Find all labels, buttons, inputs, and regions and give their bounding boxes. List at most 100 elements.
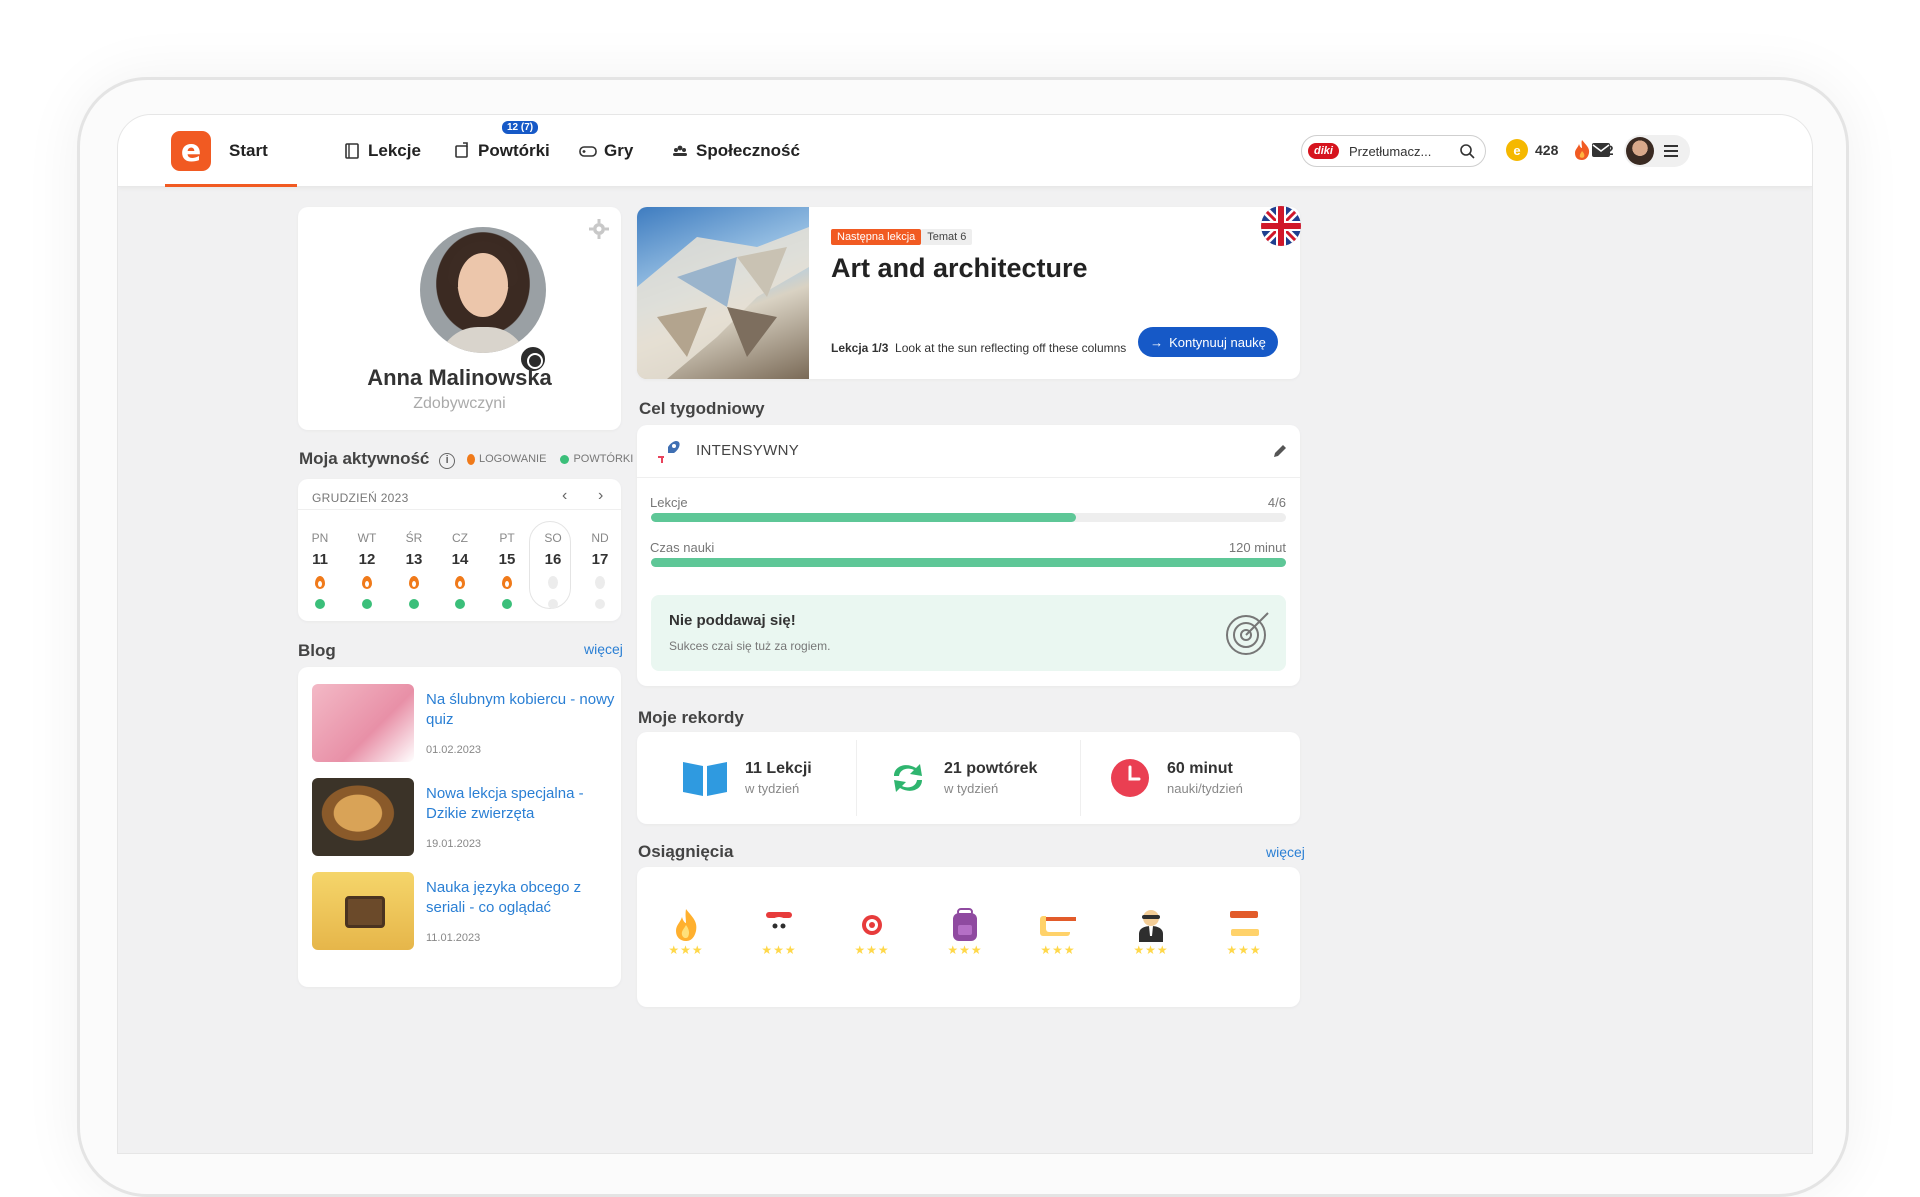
day-name: ND: [591, 531, 609, 545]
chevron-right-icon[interactable]: ›: [598, 487, 603, 505]
achievements-title: Osiągnięcia: [638, 842, 734, 861]
day-name: PT: [499, 531, 515, 545]
badge-stars: ★★★: [1133, 943, 1169, 957]
record-time-sub: nauki/tydzień: [1167, 781, 1243, 796]
edit-icon[interactable]: [1272, 443, 1288, 459]
backpack-badge-icon[interactable]: ★★★: [932, 887, 998, 963]
record-lessons: 11 Lekcji w tydzień: [681, 732, 812, 824]
book-icon: [345, 143, 359, 159]
calendar-day: SO 16: [533, 531, 573, 609]
device-frame: e Start Lekcje 12 (7) Powtórki Gry Społe…: [77, 77, 1849, 1197]
pirate-badge-icon[interactable]: ★★★: [746, 887, 812, 963]
gear-icon[interactable]: [589, 219, 609, 239]
menu-icon: [1664, 145, 1678, 157]
search-icon[interactable]: [1459, 143, 1475, 159]
review-dot: [502, 599, 512, 609]
login-flame-icon: [409, 576, 419, 589]
login-flame-icon: [455, 576, 465, 589]
list-item[interactable]: Nauka języka obcego z seriali - co ogląd…: [312, 872, 612, 952]
blog-more-link[interactable]: więcej: [584, 641, 623, 657]
motivation-tip: Nie poddawaj się! Sukces czai się tuż za…: [651, 595, 1286, 671]
continue-button-label: Kontynuuj naukę: [1169, 334, 1266, 350]
blog-post-title[interactable]: Na ślubnym kobiercu - nowy quiz: [426, 690, 616, 730]
calendar-day: ŚR 13: [394, 531, 434, 609]
day-date: 13: [405, 551, 423, 568]
next-lesson-card: Następna lekcja Temat 6 Art and architec…: [637, 206, 1301, 379]
weekly-goal-title: Cel tygodniowy: [639, 399, 765, 418]
legend-login: LOGOWANIE: [479, 453, 547, 465]
login-flame-icon: [502, 576, 512, 589]
topic-tag: Temat 6: [921, 229, 973, 245]
arrow-right-icon: →: [1150, 334, 1164, 350]
translator-search-placeholder: Przetłumacz...: [1348, 143, 1432, 159]
lessons-value: 4/6: [1267, 495, 1286, 510]
list-item[interactable]: Nowa lekcja specjalna - Dzikie zwierzęta…: [312, 778, 612, 858]
empty-review-marker: [548, 599, 558, 609]
records-card: 11 Lekcji w tydzień 21 powtórek w tydzień …: [637, 732, 1300, 824]
cards-badge-icon[interactable]: ★★★: [1025, 887, 1091, 963]
translator-search[interactable]: diki Przetłumacz...: [1301, 135, 1486, 167]
badge-stars: ★★★: [668, 943, 704, 957]
calendar-day: ND 17: [580, 531, 620, 609]
nav-community[interactable]: Społeczność: [671, 115, 800, 187]
agent-badge-icon[interactable]: ★★★: [1118, 887, 1184, 963]
review-dot: [409, 599, 419, 609]
review-dot: [455, 599, 465, 609]
blog-post-title[interactable]: Nowa lekcja specjalna - Dzikie zwierzęta: [426, 784, 616, 824]
record-lessons-sub: w tydzień: [745, 781, 800, 796]
clock-icon: [1111, 759, 1149, 797]
time-value: 120 minut: [1228, 540, 1286, 555]
rocket-icon: [658, 441, 680, 463]
activity-calendar: GRUDZIEŃ 2023 ‹ › PN 11 WT 12 ŚR 13 CZ 14 PT 15 SO…: [298, 479, 621, 621]
blog-post-date: 11.01.2023: [426, 932, 481, 944]
login-flame-icon: [315, 576, 325, 589]
time-progress-fill: [651, 558, 1286, 567]
repeat-icon: [455, 142, 468, 158]
continue-button[interactable]: → Kontynuuj naukę: [1138, 327, 1278, 357]
blog-post-title[interactable]: Nauka języka obcego z seriali - co ogląd…: [426, 878, 616, 918]
top-navigation: e Start Lekcje 12 (7) Powtórki Gry Społe…: [118, 115, 1812, 187]
chevron-left-icon[interactable]: ‹: [562, 487, 567, 505]
profile-menu[interactable]: [1624, 135, 1690, 167]
record-time: 60 minut nauki/tydzień: [1109, 732, 1243, 824]
books-badge-icon[interactable]: ★★★: [1211, 887, 1277, 963]
nav-reviews[interactable]: Powtórki: [453, 115, 550, 187]
lesson-image: [637, 207, 809, 379]
profile-name: Anna Malinowska: [367, 365, 552, 390]
nav-games-label: Gry: [604, 141, 634, 160]
calendar-day: PT 15: [487, 531, 527, 609]
lessons-label: Lekcje: [650, 495, 688, 510]
empty-login-marker: [595, 576, 605, 589]
nav-lessons[interactable]: Lekcje: [343, 115, 421, 187]
time-label: Czas nauki: [650, 540, 715, 555]
avatar: [1626, 137, 1654, 165]
day-name: SO: [544, 531, 562, 545]
day-date: 15: [498, 551, 516, 568]
achievements-more-link[interactable]: więcej: [1266, 844, 1305, 860]
calendar-day: CZ 14: [440, 531, 480, 609]
target-icon: [1226, 612, 1269, 655]
login-flame-icon: [362, 576, 372, 589]
mail-icon[interactable]: [1592, 143, 1610, 157]
nav-start[interactable]: e Start: [171, 115, 268, 187]
coins-value: 428: [1535, 142, 1559, 158]
review-dot: [315, 599, 325, 609]
profile-avatar: [420, 227, 546, 353]
badge-stars: ★★★: [947, 943, 983, 957]
profile-card: Anna Malinowska Zdobywczyni: [298, 207, 621, 430]
tip-title: Nie poddawaj się!: [669, 612, 796, 629]
info-icon[interactable]: i: [439, 453, 456, 469]
target-badge-icon[interactable]: ★★★: [839, 887, 905, 963]
profile-role: Zdobywczyni: [413, 395, 506, 412]
list-item[interactable]: Na ślubnym kobiercu - nowy quiz 01.02.20…: [312, 684, 614, 764]
coins-counter[interactable]: e 428: [1506, 139, 1558, 161]
activity-title-text: Moja aktywność: [299, 449, 430, 468]
diki-logo: diki: [1308, 143, 1339, 159]
flame-badge-icon[interactable]: ★★★: [653, 887, 719, 963]
record-reviews: 21 powtórek w tydzień: [888, 732, 1037, 824]
blog-card: Na ślubnym kobiercu - nowy quiz 01.02.20…: [298, 667, 621, 987]
achievements-card: ★★★ ★★★ ★★★ ★★★ ★★★ ★★★ ★★★: [637, 867, 1300, 1007]
activity-legend: LOGOWANIE POWTÓRKI: [467, 453, 633, 465]
goal-level: INTENSYWNY: [696, 442, 800, 459]
nav-games[interactable]: Gry: [579, 115, 633, 187]
